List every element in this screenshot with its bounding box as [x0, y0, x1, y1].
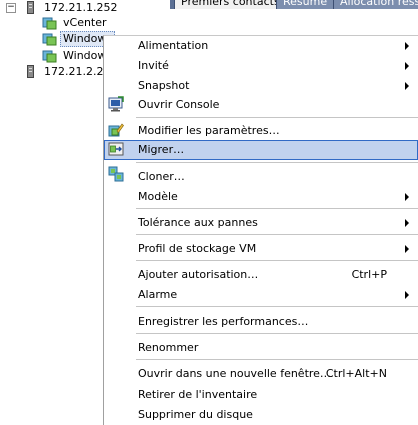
menu-item-tolerance-pannes[interactable]: Tolérance aux pannes	[104, 213, 418, 233]
clone-icon	[108, 166, 124, 182]
migrate-icon	[108, 142, 124, 156]
edit-settings-icon	[108, 123, 124, 137]
menu-item-label: Tolérance aux pannes	[138, 216, 258, 229]
menu-item-label: Alimentation	[138, 39, 209, 52]
console-icon	[108, 96, 124, 112]
server-host-icon	[27, 1, 34, 14]
menu-item-shortcut: Ctrl+P	[351, 268, 387, 281]
menu-separator	[136, 260, 418, 261]
menu-item-alimentation[interactable]: Alimentation	[104, 36, 418, 56]
tree-node-label: 172.21.2.25	[44, 65, 111, 78]
menu-separator	[136, 208, 418, 209]
menu-item-snapshot[interactable]: Snapshot	[104, 76, 418, 96]
server-host-icon	[27, 65, 34, 78]
submenu-arrow-icon	[405, 82, 409, 90]
menu-item-alarme[interactable]: Alarme	[104, 285, 418, 305]
menu-item-ajouter-autorisation[interactable]: Ajouter autorisation… Ctrl+P	[104, 265, 418, 285]
tree-node-host-1[interactable]: − 172.21.1.252	[0, 0, 170, 16]
menu-separator	[136, 117, 418, 118]
submenu-arrow-icon	[405, 245, 409, 253]
collapse-icon[interactable]: −	[6, 3, 16, 13]
menu-item-ouvrir-console[interactable]: Ouvrir Console	[104, 95, 418, 115]
menu-separator	[136, 162, 418, 163]
menu-item-profil-stockage[interactable]: Profil de stockage VM	[104, 239, 418, 259]
menu-separator	[136, 306, 418, 307]
menu-item-migrer[interactable]: Migrer…	[104, 140, 418, 160]
submenu-arrow-icon	[405, 42, 409, 50]
menu-item-enregistrer-performances[interactable]: Enregistrer les performances…	[104, 312, 418, 332]
menu-item-invite[interactable]: Invité	[104, 56, 418, 76]
menu-item-label: Alarme	[138, 288, 178, 301]
menu-item-label: Supprimer du disque	[138, 408, 253, 421]
menu-item-label: Snapshot	[138, 79, 190, 92]
menu-item-label: Cloner…	[138, 170, 185, 183]
menu-item-label: Retirer de l'inventaire	[138, 388, 258, 401]
menu-item-label: Profil de stockage VM	[138, 242, 257, 255]
virtual-machine-icon	[42, 50, 57, 63]
tab-allocation-ressources[interactable]: Allocation resso	[333, 0, 418, 9]
tab-strip: Premiers contacts Résumé Allocation ress…	[170, 0, 418, 9]
menu-item-label: Modifier les paramètres…	[138, 124, 280, 137]
menu-item-label: Invité	[138, 59, 169, 72]
menu-item-label: Modèle	[138, 190, 178, 203]
submenu-arrow-icon	[405, 219, 409, 227]
menu-item-label: Ajouter autorisation…	[138, 268, 259, 281]
menu-item-nouvelle-fenetre[interactable]: Ouvrir dans une nouvelle fenêtre… Ctrl+A…	[104, 364, 418, 384]
menu-item-label: Ouvrir Console	[138, 98, 220, 111]
submenu-arrow-icon	[405, 291, 409, 299]
menu-item-retirer-inventaire[interactable]: Retirer de l'inventaire	[104, 385, 418, 405]
virtual-machine-icon	[42, 33, 57, 46]
menu-item-label: Ouvrir dans une nouvelle fenêtre…	[138, 367, 331, 380]
context-menu: Alimentation Invité Snapshot Ouvrir Cons…	[103, 35, 418, 425]
tree-node-label: vCenter	[63, 16, 107, 29]
menu-item-cloner[interactable]: Cloner…	[104, 166, 418, 187]
tree-node-vm-vcenter[interactable]: vCenter	[0, 15, 170, 31]
tab-premiers-contacts[interactable]: Premiers contacts	[174, 0, 287, 9]
menu-item-renommer[interactable]: Renommer	[104, 338, 418, 358]
submenu-arrow-icon	[405, 62, 409, 70]
menu-item-label: Enregistrer les performances…	[138, 315, 309, 328]
submenu-arrow-icon	[405, 193, 409, 201]
menu-item-label: Migrer…	[138, 143, 185, 156]
menu-item-modifier-parametres[interactable]: Modifier les paramètres…	[104, 121, 418, 141]
menu-item-label: Renommer	[138, 341, 199, 354]
menu-separator	[136, 234, 418, 235]
menu-separator	[136, 359, 418, 360]
menu-separator	[136, 333, 418, 334]
virtual-machine-icon	[42, 17, 57, 30]
menu-item-supprimer-disque[interactable]: Supprimer du disque	[104, 405, 418, 425]
menu-item-shortcut: Ctrl+Alt+N	[325, 367, 387, 380]
tree-node-label: 172.21.1.252	[44, 1, 118, 14]
tab-resume[interactable]: Résumé	[276, 0, 335, 9]
menu-item-modele[interactable]: Modèle	[104, 187, 418, 207]
